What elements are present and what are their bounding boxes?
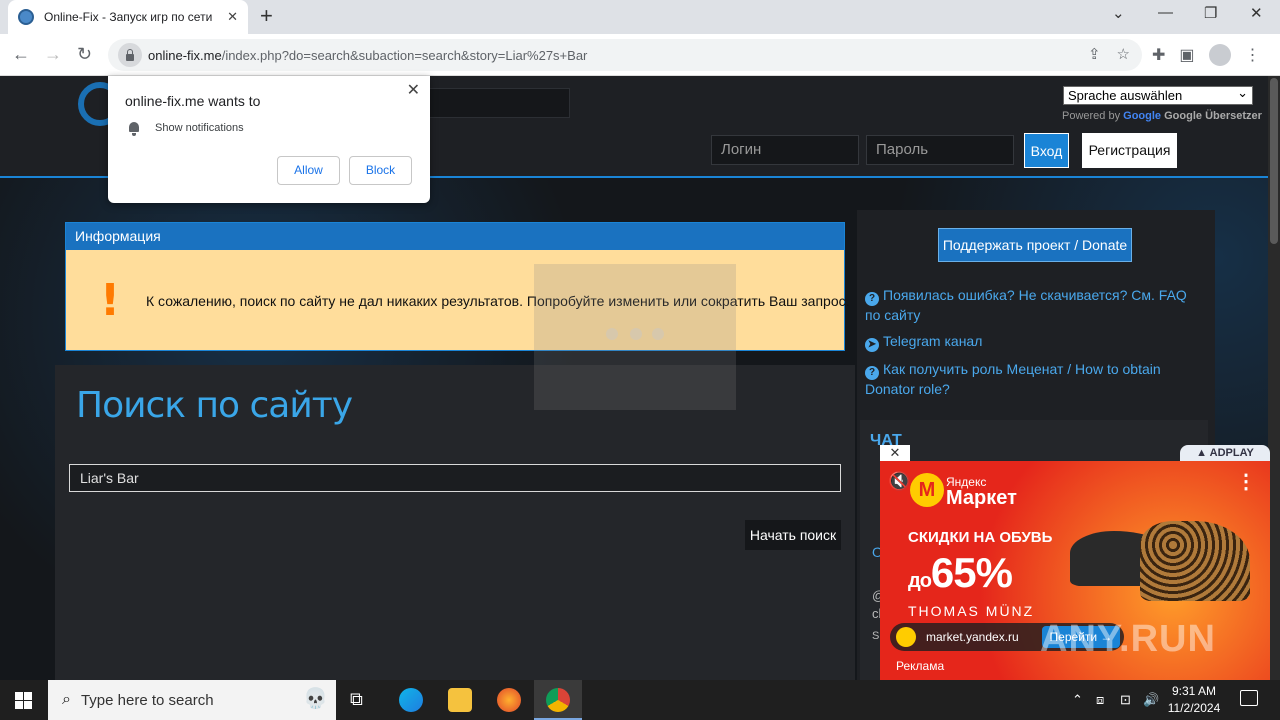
question-circle-icon: ?: [865, 292, 879, 306]
action-center-icon[interactable]: [1240, 690, 1258, 706]
question-circle-icon: ?: [865, 366, 879, 380]
loading-dot: [652, 328, 664, 340]
browser-menu-icon[interactable]: ⋮: [1245, 45, 1261, 65]
yandex-market-logo: M: [910, 473, 944, 507]
google-translate-link[interactable]: Google: [1164, 110, 1202, 122]
google-logo: Google: [1123, 110, 1162, 122]
ad-menu-icon[interactable]: ⋮: [1236, 469, 1256, 494]
clock-date: 11/2/2024: [1167, 701, 1221, 715]
ad-brand-thomas-munz: THOMAS MÜNZ: [908, 603, 1035, 619]
firefox-icon[interactable]: [497, 688, 521, 712]
scrollbar-thumb[interactable]: [1270, 78, 1278, 244]
tab-close-icon[interactable]: ✕: [227, 9, 238, 25]
share-icon[interactable]: ⇪: [1088, 45, 1101, 63]
telegram-icon: ➤: [865, 338, 879, 352]
search-highlight-icon: 💀: [303, 688, 328, 710]
back-arrow-icon[interactable]: ←: [12, 44, 30, 65]
browser-toolbar: ← → ↻ online-fix.me/index.php?do=search&…: [0, 34, 1280, 76]
taskbar-search-box[interactable]: ⌕ Type here to search 💀: [48, 680, 336, 720]
search-query-input[interactable]: Liar's Bar: [69, 464, 841, 492]
ad-brand-big: Маркет: [946, 487, 1017, 509]
windows-taskbar: ⌕ Type here to search 💀 ⧉ ⌃ ⧈ ⊡ 🔊 9:31 A…: [0, 680, 1280, 720]
mute-icon[interactable]: 🔇: [888, 471, 910, 492]
register-button[interactable]: Регистрация: [1082, 133, 1177, 168]
sidebar-link-faq[interactable]: ? Появилась ошибка? Не скачивается? См. F…: [865, 286, 1205, 324]
task-view-icon[interactable]: ⧉: [350, 689, 363, 710]
extensions-puzzle-icon[interactable]: ✚: [1152, 45, 1165, 65]
site-search-input[interactable]: [420, 88, 570, 118]
edge-icon[interactable]: [399, 688, 423, 712]
search-icon: ⌕: [62, 691, 71, 708]
notification-text: Show notifications: [155, 122, 244, 134]
volume-icon[interactable]: 🔊: [1143, 692, 1159, 708]
ad-label: Реклама: [896, 659, 945, 673]
loading-overlay: [534, 264, 736, 410]
info-message: К сожалению, поиск по сайту не дал никак…: [146, 293, 850, 309]
shoe-image: [1140, 521, 1250, 601]
donate-button[interactable]: Поддержать проект / Donate: [938, 228, 1132, 262]
new-tab-button[interactable]: +: [260, 5, 273, 27]
allow-button[interactable]: Allow: [277, 156, 340, 185]
forward-arrow-icon[interactable]: →: [44, 44, 62, 65]
language-select[interactable]: Sprache auswählen: [1063, 84, 1253, 105]
url-text[interactable]: online-fix.me/index.php?do=search&subact…: [148, 48, 587, 63]
lock-icon[interactable]: [118, 43, 142, 67]
powered-by-google: Powered by Google Google Übersetzer: [1062, 110, 1262, 122]
notification-permission-popup: online-fix.me wants to ✕ Show notificati…: [108, 76, 430, 203]
start-search-button[interactable]: Начать поиск: [745, 520, 841, 550]
sidebar-link-telegram[interactable]: ➤ Telegram канал: [865, 332, 982, 352]
adplay-label: ▲ ADPLAY: [1180, 445, 1270, 461]
anyrun-watermark: ANY.RUN: [1040, 618, 1216, 660]
window-close-button[interactable]: ✕: [1250, 4, 1263, 22]
minimize-button[interactable]: —: [1158, 4, 1173, 21]
loading-dot: [606, 328, 618, 340]
search-panel: Поиск по сайту Liar's Bar Начать поиск: [55, 365, 855, 680]
info-heading: Информация: [66, 223, 844, 250]
tab-search-icon[interactable]: ⌄: [1112, 4, 1125, 22]
tab-strip: Online-Fix - Запуск игр по сети ✕ + ⌄ — …: [0, 0, 1280, 34]
chrome-taskbar-active[interactable]: [534, 680, 582, 720]
address-bar[interactable]: online-fix.me/index.php?do=search&subact…: [108, 39, 1142, 71]
ad-site: market.yandex.ru: [926, 630, 1019, 644]
reload-icon[interactable]: ↻: [77, 44, 92, 65]
loading-dot: [630, 328, 642, 340]
block-button[interactable]: Block: [349, 156, 412, 185]
bookmark-star-icon[interactable]: ☆: [1117, 45, 1130, 63]
site-favicon-icon: [18, 9, 34, 25]
search-page-title: Поиск по сайту: [76, 385, 353, 426]
tray-chevron-icon[interactable]: ⌃: [1072, 692, 1083, 708]
browser-tab[interactable]: Online-Fix - Запуск игр по сети ✕: [8, 0, 248, 34]
restore-button[interactable]: ❐: [1204, 4, 1217, 22]
side-panel-icon[interactable]: ▣: [1179, 45, 1194, 65]
login-button[interactable]: Вход: [1024, 133, 1069, 168]
clock-time: 9:31 AM: [1171, 684, 1217, 698]
market-icon: [896, 627, 916, 647]
exclamation-icon: !: [100, 275, 121, 326]
ad-close-button[interactable]: ✕: [880, 445, 910, 461]
tab-title: Online-Fix - Запуск игр по сети: [44, 10, 213, 24]
sidebar-link-donator-role[interactable]: ? Как получить роль Меценат / How to obta…: [865, 360, 1185, 398]
ad-discount: до65%: [908, 549, 1013, 596]
chrome-icon[interactable]: [546, 688, 570, 712]
system-clock[interactable]: 9:31 AM 11/2/2024: [1158, 683, 1230, 717]
network-icon[interactable]: ⊡: [1120, 692, 1131, 708]
tray-device-icon[interactable]: ⧈: [1096, 692, 1104, 708]
profile-avatar-icon[interactable]: [1208, 44, 1231, 66]
login-input[interactable]: Логин: [711, 135, 859, 165]
notification-title: online-fix.me wants to: [125, 93, 261, 109]
ad-headline: СКИДКИ НА ОБУВЬ: [908, 529, 1053, 546]
password-input[interactable]: Пароль: [866, 135, 1014, 165]
taskbar-search-placeholder: Type here to search: [80, 691, 214, 709]
close-icon[interactable]: ✕: [407, 80, 420, 100]
bell-icon: [128, 122, 140, 136]
file-explorer-icon[interactable]: [448, 688, 472, 712]
windows-start-icon[interactable]: [15, 692, 32, 709]
